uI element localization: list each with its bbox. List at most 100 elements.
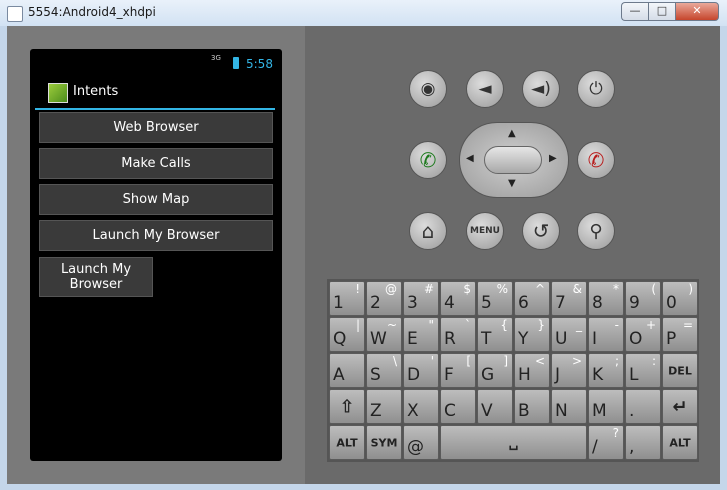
volume-down-icon[interactable]: ◄ bbox=[466, 70, 504, 108]
key-4[interactable]: 4 $ bbox=[440, 281, 476, 316]
menu-button[interactable]: MENU bbox=[466, 212, 504, 250]
volume-up-icon[interactable]: ◄) bbox=[522, 70, 560, 108]
window-frame-bottom bbox=[0, 484, 727, 490]
key-comma[interactable]: , bbox=[625, 425, 661, 460]
maximize-icon[interactable]: □ bbox=[648, 2, 675, 21]
key-g[interactable]: G] bbox=[477, 353, 513, 388]
key-label: DEL bbox=[668, 364, 692, 377]
minimize-icon[interactable]: — bbox=[621, 2, 648, 21]
window-titlebar[interactable]: 5554:Android4_xhdpi — □ ✕ bbox=[0, 0, 727, 26]
key-label: / bbox=[592, 437, 598, 457]
key-alt-label: % bbox=[496, 282, 508, 296]
window-app-icon bbox=[7, 6, 23, 22]
key-v[interactable]: V bbox=[477, 389, 513, 424]
key-w[interactable]: W ~ bbox=[366, 317, 402, 352]
key-label: X bbox=[407, 401, 419, 421]
key-label: O bbox=[629, 329, 643, 349]
back-icon[interactable]: ↺ bbox=[522, 212, 560, 250]
key-label: N bbox=[555, 401, 568, 421]
sym-key[interactable]: SYM bbox=[366, 425, 402, 460]
launch-my-browser-small-button[interactable]: Launch My Browser bbox=[39, 257, 153, 297]
key-d[interactable]: D ' bbox=[403, 353, 439, 388]
app-title: Intents bbox=[73, 84, 119, 99]
key-alt-label: & bbox=[572, 282, 582, 296]
key-label: 4 bbox=[444, 293, 455, 313]
key-p[interactable]: P = bbox=[662, 317, 698, 352]
window-frame-left bbox=[0, 26, 7, 490]
key-m[interactable]: M bbox=[588, 389, 624, 424]
key-e[interactable]: E " bbox=[403, 317, 439, 352]
dpad-center-button[interactable] bbox=[484, 146, 542, 174]
window-title: 5554:Android4_xhdpi bbox=[28, 5, 156, 19]
end-call-icon[interactable]: ✆ bbox=[577, 141, 615, 179]
battery-icon bbox=[233, 57, 239, 69]
key-r[interactable]: R ` bbox=[440, 317, 476, 352]
close-icon[interactable]: ✕ bbox=[675, 2, 719, 21]
key-y[interactable]: Y} bbox=[514, 317, 550, 352]
key-slash[interactable]: /? bbox=[588, 425, 624, 460]
key-l[interactable]: L: bbox=[625, 353, 661, 388]
key-alt-label: | bbox=[355, 318, 360, 332]
launch-my-browser-button[interactable]: Launch My Browser bbox=[39, 220, 273, 251]
key-a[interactable]: A bbox=[329, 353, 365, 388]
status-clock: 5:58 bbox=[246, 57, 273, 71]
home-icon[interactable]: ⌂ bbox=[409, 212, 447, 250]
key-label: I bbox=[592, 329, 598, 349]
key-x[interactable]: X bbox=[403, 389, 439, 424]
key-label: T bbox=[481, 329, 492, 349]
shift-key[interactable]: ⇧ bbox=[329, 389, 365, 424]
camera-icon[interactable]: ◉ bbox=[409, 70, 447, 108]
key-2[interactable]: 2 @ bbox=[366, 281, 402, 316]
enter-key[interactable]: ↵ bbox=[662, 389, 698, 424]
key-o[interactable]: O + bbox=[625, 317, 661, 352]
make-calls-button[interactable]: Make Calls bbox=[39, 148, 273, 179]
show-map-button[interactable]: Show Map bbox=[39, 184, 273, 215]
key-8[interactable]: 8 * bbox=[588, 281, 624, 316]
key-z[interactable]: Z bbox=[366, 389, 402, 424]
key-h[interactable]: H < bbox=[514, 353, 550, 388]
key-1[interactable]: 1! bbox=[329, 281, 365, 316]
delete-key[interactable]: DEL bbox=[662, 353, 698, 388]
key-i[interactable]: I- bbox=[588, 317, 624, 352]
key-7[interactable]: 7 & bbox=[551, 281, 587, 316]
dpad-down-icon[interactable]: ▼ bbox=[508, 178, 516, 189]
key-label: H bbox=[518, 365, 531, 385]
space-key[interactable]: ␣ bbox=[440, 425, 587, 460]
key-alt-label: [ bbox=[466, 354, 471, 368]
action-bar-divider bbox=[35, 108, 275, 110]
key-t[interactable]: T{ bbox=[477, 317, 513, 352]
key-3[interactable]: 3 # bbox=[403, 281, 439, 316]
alt-left-key[interactable]: ALT bbox=[329, 425, 365, 460]
dpad-up-icon[interactable]: ▲ bbox=[508, 128, 516, 139]
key-label: 0 bbox=[666, 293, 677, 313]
key-n[interactable]: N bbox=[551, 389, 587, 424]
key-6[interactable]: 6 ^ bbox=[514, 281, 550, 316]
key-k[interactable]: K; bbox=[588, 353, 624, 388]
key-label: G bbox=[481, 365, 495, 385]
call-icon[interactable]: ✆ bbox=[409, 141, 447, 179]
key-q[interactable]: Q | bbox=[329, 317, 365, 352]
at-key[interactable]: @ bbox=[403, 425, 439, 460]
key-f[interactable]: F[ bbox=[440, 353, 476, 388]
key-label: 3 bbox=[407, 293, 418, 313]
key-period[interactable]: . bbox=[625, 389, 661, 424]
key-s[interactable]: S \ bbox=[366, 353, 402, 388]
dpad-right-icon[interactable]: ▶ bbox=[549, 153, 557, 164]
key-label: A bbox=[333, 365, 345, 385]
key-0[interactable]: 0) bbox=[662, 281, 698, 316]
key-j[interactable]: J > bbox=[551, 353, 587, 388]
key-alt-label: # bbox=[423, 282, 434, 296]
alt-right-key[interactable]: ALT bbox=[662, 425, 698, 460]
key-b[interactable]: B bbox=[514, 389, 550, 424]
key-5[interactable]: 5% bbox=[477, 281, 513, 316]
status-bar: 3G 5:58 bbox=[30, 49, 282, 77]
search-icon[interactable]: ⚲ bbox=[577, 212, 615, 250]
key-u[interactable]: U _ bbox=[551, 317, 587, 352]
power-icon[interactable]: ⏻ bbox=[577, 70, 615, 108]
key-label: 5 bbox=[481, 293, 492, 313]
dpad-left-icon[interactable]: ◀ bbox=[466, 153, 474, 164]
key-c[interactable]: C bbox=[440, 389, 476, 424]
web-browser-button[interactable]: Web Browser bbox=[39, 112, 273, 143]
key-label: U bbox=[555, 329, 568, 349]
key-9[interactable]: 9( bbox=[625, 281, 661, 316]
